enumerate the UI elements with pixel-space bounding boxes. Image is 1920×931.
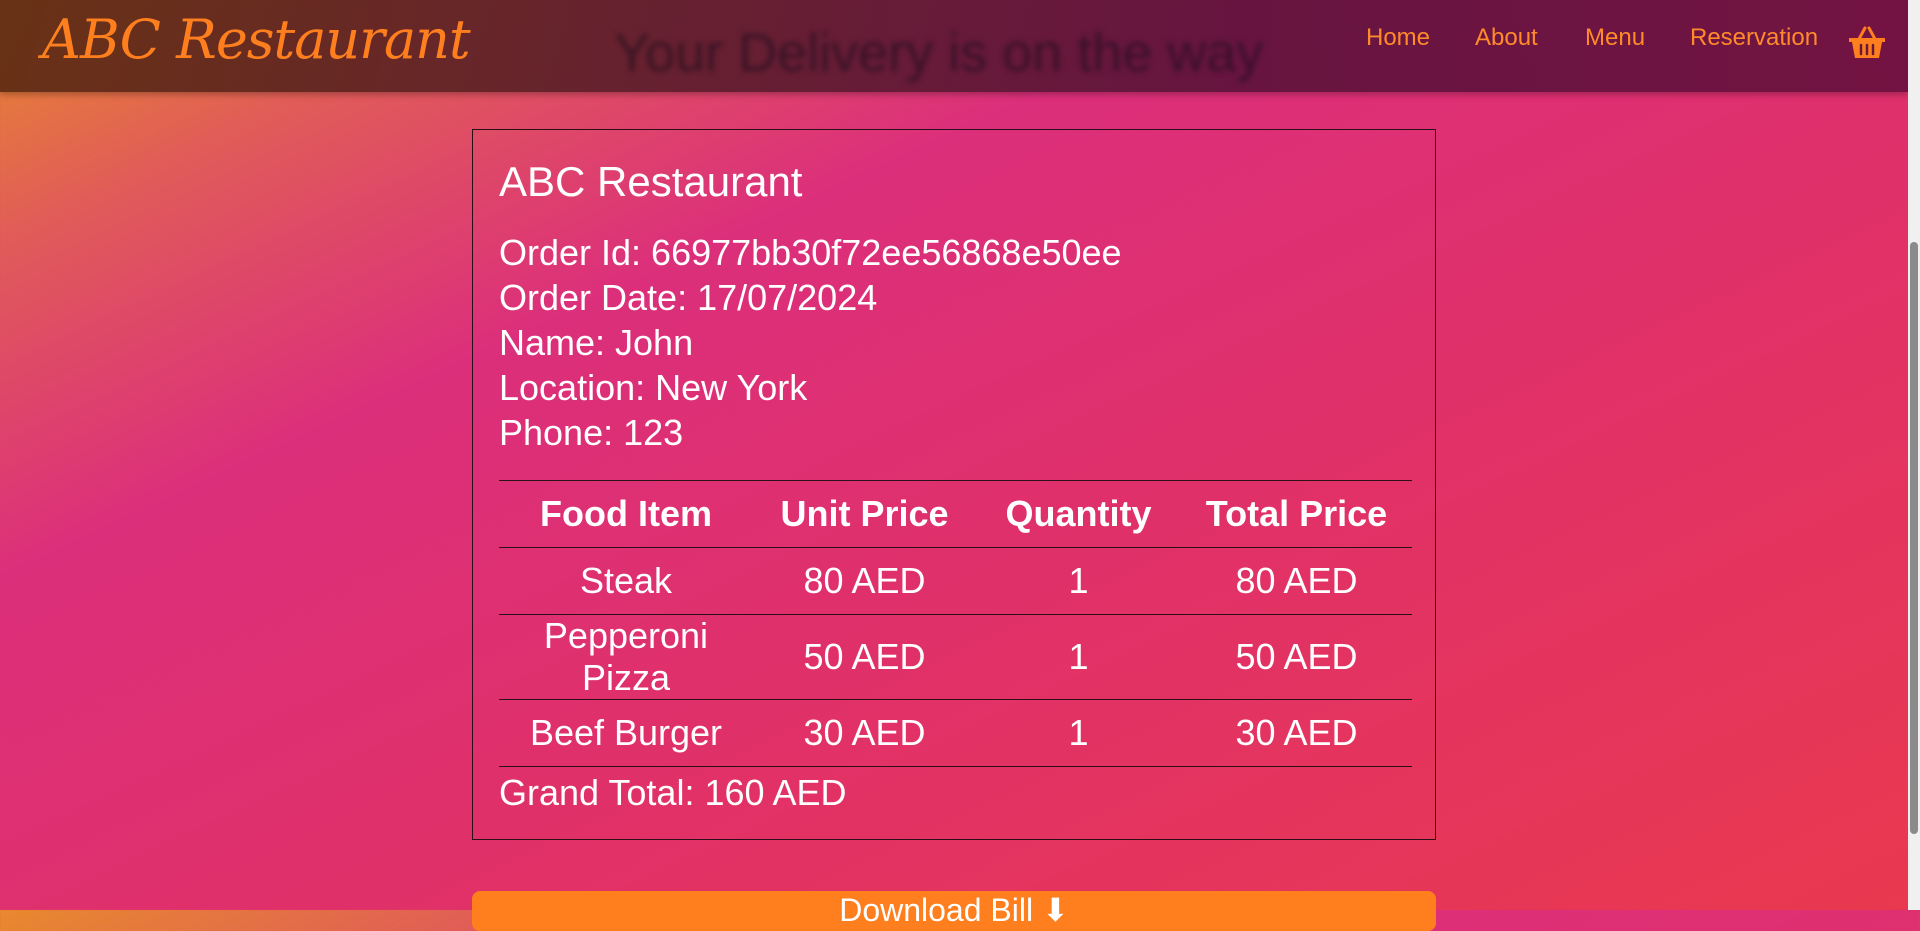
unit-price-cell: 30 AED [753,699,976,767]
quantity-cell: 1 [976,614,1181,700]
order-date: Order Date: 17/07/2024 [499,277,878,318]
table-header-row: Food Item Unit Price Quantity Total Pric… [499,480,1412,548]
column-header: Food Item [499,480,753,548]
quantity-cell: 1 [976,699,1181,767]
scrollbar-thumb[interactable] [1910,242,1918,834]
table-row: Pepperoni Pizza 50 AED 1 50 AED [499,614,1412,700]
column-header: Total Price [1181,480,1412,548]
receipt-title: ABC Restaurant [499,158,803,205]
receipt-card: ABC Restaurant Order Id: 66977bb30f72ee5… [472,129,1436,840]
order-id: Order Id: 66977bb30f72ee56868e50ee [499,232,1122,273]
total-price-cell: 30 AED [1181,699,1412,767]
brand-logo[interactable]: ABC Restaurant [42,8,471,71]
grand-total: Grand Total: 160 AED [499,772,847,813]
hero-heading: Your Delivery is on the way [614,23,1264,83]
nav-reservation[interactable]: Reservation [1690,24,1818,52]
customer-location: Location: New York [499,367,808,408]
column-header: Quantity [976,480,1181,548]
download-icon: ⬇ [1041,892,1069,928]
column-header: Unit Price [753,480,976,548]
customer-name: Name: John [499,322,694,363]
download-bill-button[interactable]: Download Bill ⬇ [472,891,1436,931]
food-item-cell: Steak [499,547,753,615]
total-price-cell: 50 AED [1181,614,1412,700]
table-row: Beef Burger 30 AED 1 30 AED [499,699,1412,767]
download-bill-label: Download Bill [839,892,1034,928]
order-items-table: Food Item Unit Price Quantity Total Pric… [499,480,1412,767]
nav-menu[interactable]: Menu [1585,24,1645,52]
customer-phone: Phone: 123 [499,412,684,453]
navbar: ABC Restaurant Your Delivery is on the w… [0,0,1908,92]
unit-price-cell: 50 AED [753,614,976,700]
nav-home[interactable]: Home [1366,24,1430,52]
food-item-cell: Beef Burger [499,699,753,767]
total-price-cell: 80 AED [1181,547,1412,615]
nav-about[interactable]: About [1475,24,1538,52]
food-item-cell: Pepperoni Pizza [499,614,753,700]
table-row: Steak 80 AED 1 80 AED [499,547,1412,615]
basket-icon[interactable] [1848,26,1886,60]
unit-price-cell: 80 AED [753,547,976,615]
quantity-cell: 1 [976,547,1181,615]
